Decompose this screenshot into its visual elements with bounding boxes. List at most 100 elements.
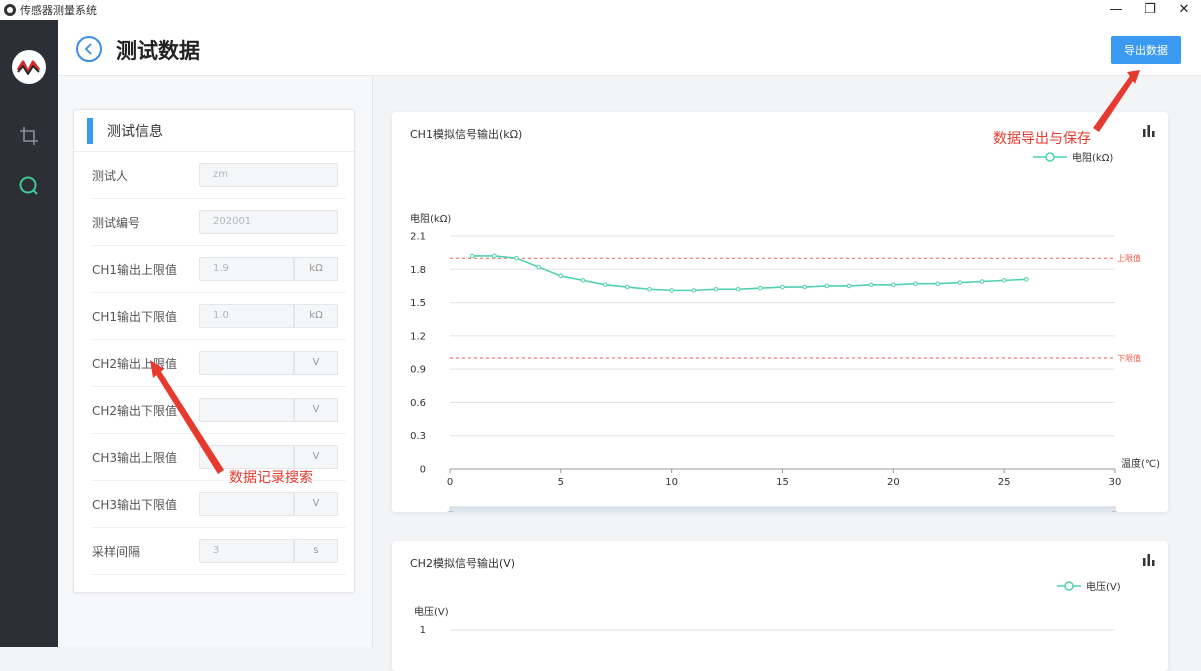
y-axis-label: 电阻(kΩ)	[410, 212, 451, 225]
card-title: 测试信息	[107, 123, 163, 140]
y-tick-label: 0.3	[410, 431, 426, 442]
app-icon	[4, 4, 16, 16]
data-point	[492, 253, 497, 259]
data-point	[580, 278, 586, 283]
field-input[interactable]	[199, 398, 294, 422]
x-tick-label: 20	[887, 477, 900, 488]
legend-label: 电压(V)	[1086, 580, 1121, 593]
field-input[interactable]: 202001	[199, 210, 338, 234]
data-point	[625, 284, 630, 290]
data-point	[846, 283, 852, 289]
form-row: CH1输出下限值 1.0 kΩ	[92, 293, 346, 340]
x-tick-label: 25	[998, 477, 1011, 488]
card-header: 测试信息	[74, 110, 354, 152]
data-point	[758, 285, 763, 291]
form-row: CH2输出上限值 V	[92, 340, 346, 387]
ch2-chart-card: CH2模拟信号输出(V) 电压(V) 电压(V) 1	[392, 541, 1168, 671]
y-tick-label: 1.5	[410, 298, 426, 309]
unit-suffix: s	[294, 539, 338, 563]
window-title: 传感器测量系统	[20, 4, 97, 17]
ch1-chart-card: CH1模拟信号输出(kΩ) 电阻(kΩ) 电阻(kΩ) 0 0.3 0.6 0.9 1.2 1…	[392, 112, 1168, 512]
legend-marker	[1045, 152, 1055, 162]
field-input[interactable]: 1.0	[199, 304, 294, 328]
sidebar	[0, 20, 58, 647]
data-point	[824, 283, 830, 289]
form-row: CH2输出下限值 V	[92, 387, 346, 434]
y-tick-label: 0	[420, 465, 426, 476]
data-point	[735, 286, 741, 292]
data-point	[713, 286, 719, 292]
x-tick-label: 5	[558, 477, 564, 488]
form-row: 测试人 zm	[92, 152, 346, 199]
field-label: 测试编号	[92, 216, 141, 230]
back-button[interactable]	[76, 36, 102, 62]
field-input[interactable]	[199, 445, 294, 469]
form-row: 采样间隔 3 s	[92, 528, 346, 575]
unit-suffix: V	[294, 398, 338, 422]
data-point	[1024, 276, 1029, 282]
data-point	[913, 281, 918, 287]
data-point	[957, 280, 963, 285]
unit-suffix: V	[294, 445, 338, 469]
data-point	[1001, 278, 1007, 283]
x-tick-label: 30	[1109, 477, 1122, 488]
limit-label: 下限值	[1117, 353, 1141, 363]
field-label: 测试人	[92, 169, 129, 183]
y-tick-label: 1	[420, 625, 426, 636]
data-point	[558, 273, 564, 279]
field-label: 采样间隔	[92, 545, 141, 559]
data-point	[891, 282, 896, 288]
y-tick-label: 1.2	[410, 331, 426, 342]
form-row: CH1输出上限值 1.9 kΩ	[92, 246, 346, 293]
search-icon[interactable]	[0, 166, 58, 206]
field-input[interactable]: 1.9	[199, 257, 294, 281]
field-input[interactable]: 3	[199, 539, 294, 563]
y-axis-label: 电压(V)	[414, 605, 449, 618]
export-annotation: 数据导出与保存	[993, 131, 1091, 147]
export-data-button[interactable]: 导出数据	[1111, 36, 1181, 64]
title-bar: 传感器测量系统 — ❐ ✕	[0, 0, 1201, 20]
form-row: 测试编号 202001	[92, 199, 346, 246]
data-point	[514, 255, 519, 261]
data-point	[780, 284, 785, 290]
form-row: CH3输出下限值 V	[92, 481, 346, 528]
crop-icon[interactable]	[0, 116, 58, 156]
field-input[interactable]: zm	[199, 163, 338, 187]
data-point	[868, 282, 874, 288]
chart-panel: CH1模拟信号输出(kΩ) 电阻(kΩ) 电阻(kΩ) 0 0.3 0.6 0.9 1.2 1…	[374, 76, 1201, 671]
field-label: CH3输出上限值	[92, 451, 178, 465]
search-annotation: 数据记录搜索	[229, 470, 313, 486]
maximize-button[interactable]: ❐	[1133, 0, 1167, 20]
field-label: CH2输出上限值	[92, 357, 178, 371]
field-input[interactable]	[199, 492, 294, 516]
unit-suffix: V	[294, 351, 338, 375]
minimize-button[interactable]: —	[1099, 0, 1133, 20]
data-point	[802, 284, 807, 290]
field-label: CH2输出下限值	[92, 404, 178, 418]
left-panel: 测试信息 测试人 zm 测试编号 202001 CH1输出上限值 1.9 kΩ CH1输出下限…	[58, 76, 373, 647]
data-point	[669, 288, 674, 293]
logo-icon	[12, 50, 46, 84]
field-input[interactable]	[199, 351, 294, 375]
chevron-left-icon	[84, 43, 92, 55]
data-point	[691, 288, 697, 293]
data-point	[647, 286, 652, 292]
x-tick-label: 10	[665, 477, 678, 488]
ch1-chart: 电阻(kΩ) 电阻(kΩ) 0 0.3 0.6 0.9 1.2 1.5 1.8 2.1 0 5 10 15…	[410, 151, 1160, 512]
limit-label: 上限值	[1117, 253, 1141, 263]
x-axis-label: 温度(℃)	[1121, 457, 1160, 470]
field-label: CH1输出下限值	[92, 310, 178, 324]
data-point	[536, 264, 541, 270]
y-tick-label: 0.6	[410, 398, 426, 409]
x-tick-label: 0	[447, 477, 453, 488]
ch2-chart: 电压(V) 电压(V) 1	[414, 580, 1121, 636]
unit-suffix: kΩ	[294, 304, 338, 328]
close-button[interactable]: ✕	[1167, 0, 1201, 20]
test-info-card: 测试信息 测试人 zm 测试编号 202001 CH1输出上限值 1.9 kΩ CH1输出下限…	[73, 109, 355, 593]
data-point	[935, 281, 940, 287]
y-tick-label: 0.9	[410, 365, 426, 376]
series-line	[472, 255, 1027, 292]
legend-marker	[1064, 581, 1074, 591]
x-tick-label: 15	[776, 477, 789, 488]
accent-bar	[87, 117, 93, 144]
